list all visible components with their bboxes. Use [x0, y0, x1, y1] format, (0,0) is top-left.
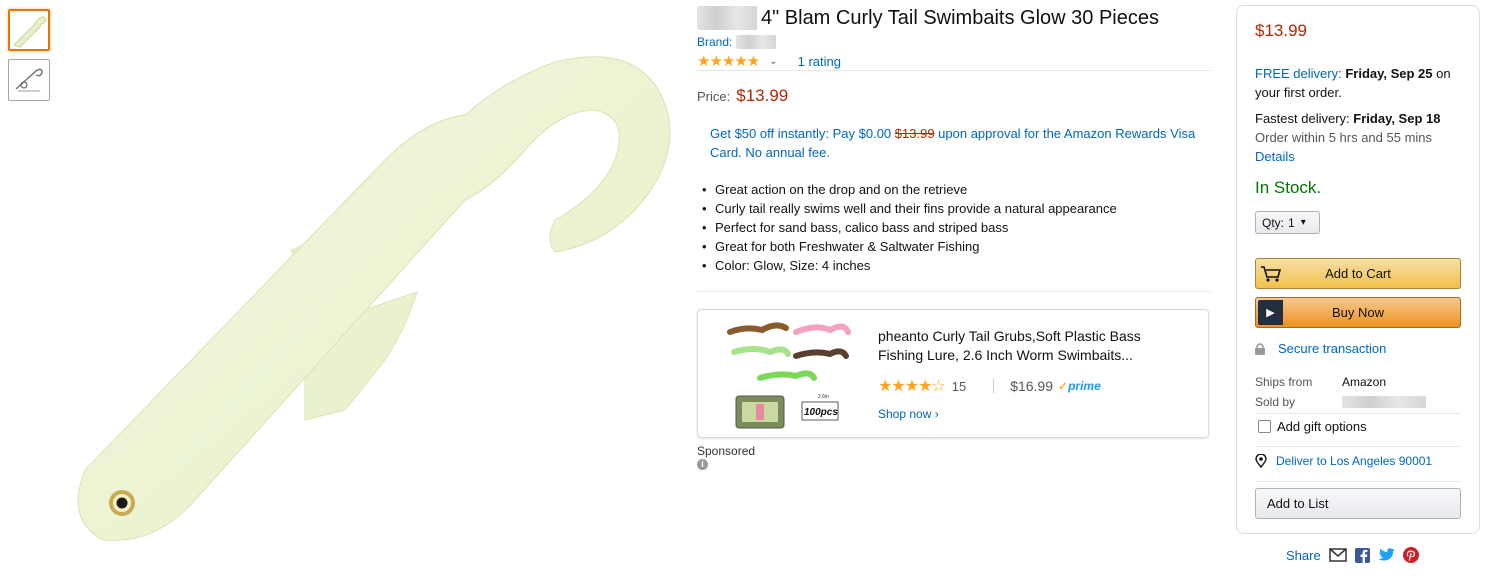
buybox-price: $13.99: [1255, 21, 1307, 40]
pinterest-icon[interactable]: [1402, 547, 1419, 563]
fastest-delivery-date: Friday, Sep 18: [1353, 111, 1441, 126]
checkbox-icon[interactable]: [1258, 420, 1271, 433]
lure-thumb-icon: [13, 16, 47, 48]
sold-by-label: Sold by: [1255, 395, 1296, 409]
ad-price: $16.99: [1010, 378, 1054, 394]
brand-label: Brand:: [697, 35, 733, 49]
buy-now-label: Buy Now: [1331, 305, 1385, 320]
star-rating-icon[interactable]: ★★★★★: [697, 52, 760, 70]
lock-icon: [1255, 342, 1265, 355]
ships-from-sold-by: Ships from Amazon Sold by: [1255, 372, 1426, 412]
twitter-icon[interactable]: [1378, 548, 1395, 562]
thumbnail-strip: [8, 9, 50, 109]
prime-badge-icon: ✓prime: [1058, 379, 1101, 393]
feature-bullet: Great action on the drop and on the retr…: [697, 180, 1117, 199]
rating-count-link[interactable]: 1 rating: [798, 54, 841, 69]
thumbnail-1[interactable]: [8, 9, 50, 51]
feature-bullets: Great action on the drop and on the retr…: [697, 180, 1117, 275]
ships-from-value: Amazon: [1342, 375, 1387, 389]
share-label: Share: [1286, 547, 1321, 563]
ad-title-link[interactable]: pheanto Curly Tail Grubs,Soft Plastic Ba…: [878, 327, 1178, 365]
ad-image-size-label: 2.6in: [818, 394, 829, 400]
free-delivery-date: Friday, Sep 25: [1345, 66, 1433, 81]
sponsored-ad-card[interactable]: 2.6in 100pcs pheanto Curly Tail Grubs,So…: [697, 309, 1209, 438]
thumbnail-2[interactable]: [8, 59, 50, 101]
free-delivery-link[interactable]: FREE delivery:: [1255, 66, 1342, 81]
cart-icon: [1256, 259, 1285, 288]
rewards-promo-link[interactable]: Get $50 off instantly: Pay $0.00 $13.99 …: [710, 124, 1200, 162]
redacted-brand-link[interactable]: [736, 35, 777, 49]
product-title: 4" Blam Curly Tail Swimbaits Glow 30 Pie…: [761, 7, 1159, 29]
ad-rating-row: ★★★★☆ 15 $16.99 ✓prime: [878, 376, 1101, 396]
buy-now-button[interactable]: ▶ Buy Now: [1255, 297, 1461, 328]
feature-bullet: Great for both Freshwater & Saltwater Fi…: [697, 237, 1117, 256]
redacted-brand-title: [697, 6, 757, 30]
fastest-delivery-label: Fastest delivery:: [1255, 111, 1350, 126]
free-delivery-message: FREE delivery: Friday, Sep 25 on your fi…: [1255, 64, 1465, 102]
divider: [1255, 413, 1461, 414]
price-row: Price: $13.99: [697, 86, 788, 106]
deliver-to-link[interactable]: Deliver to Los Angeles 90001: [1255, 454, 1432, 468]
qty-value: 1: [1288, 215, 1295, 230]
order-within-text: Order within 5 hrs and 55 mins: [1255, 130, 1433, 145]
price-value: $13.99: [736, 86, 789, 105]
rating-row: ★★★★★ ⌄ 1 rating: [697, 52, 841, 70]
stock-status: In Stock.: [1255, 178, 1322, 197]
promo-prefix: Get $50 off instantly: Pay $0.00: [710, 126, 892, 141]
divider: [697, 70, 1211, 71]
divider: [697, 291, 1211, 292]
ad-review-count[interactable]: 15: [952, 379, 966, 394]
feature-bullet: Perfect for sand bass, calico bass and s…: [697, 218, 1117, 237]
ad-star-rating-icon[interactable]: ★★★★☆: [878, 376, 946, 396]
brand-line: Brand:: [697, 35, 777, 49]
play-icon: ▶: [1258, 300, 1283, 325]
ships-from-label: Ships from: [1255, 375, 1313, 389]
secure-transaction-label: Secure transaction: [1278, 341, 1387, 356]
prime-label: prime: [1068, 379, 1101, 393]
lure-diagram-thumb-icon: [15, 68, 43, 92]
add-to-list-button[interactable]: Add to List: [1255, 488, 1461, 519]
ad-product-image[interactable]: 2.6in 100pcs: [726, 318, 852, 432]
buy-box: $13.99 FREE delivery: Friday, Sep 25 on …: [1236, 5, 1480, 534]
quantity-select[interactable]: Qty: 1 ▾: [1255, 211, 1320, 234]
info-icon[interactable]: i: [697, 459, 708, 470]
chevron-down-icon: ▾: [1300, 217, 1306, 228]
add-gift-options-checkbox[interactable]: Add gift options: [1258, 419, 1367, 434]
secure-transaction-link[interactable]: Secure transaction: [1255, 341, 1386, 356]
add-to-cart-label: Add to Cart: [1325, 266, 1391, 281]
price-label: Price:: [697, 89, 731, 104]
location-pin-icon: [1255, 454, 1267, 468]
chevron-down-icon[interactable]: ⌄: [769, 56, 777, 67]
title-row: 4" Blam Curly Tail Swimbaits Glow 30 Pie…: [697, 6, 1159, 30]
add-to-list-label: Add to List: [1267, 496, 1329, 511]
share-row: Share: [1286, 547, 1419, 563]
main-product-image[interactable]: [55, 0, 695, 583]
ad-image-count-label: 100pcs: [804, 407, 838, 418]
deliver-to-label: Deliver to Los Angeles 90001: [1276, 454, 1433, 468]
feature-bullet: Curly tail really swims well and their f…: [697, 199, 1117, 218]
divider: [1255, 446, 1461, 447]
divider: [1255, 481, 1461, 482]
promo-strike-price: $13.99: [894, 126, 935, 141]
details-link[interactable]: Details: [1255, 149, 1295, 164]
fastest-delivery-message: Fastest delivery: Friday, Sep 18 Order w…: [1255, 109, 1465, 166]
add-to-cart-button[interactable]: Add to Cart: [1255, 258, 1461, 289]
email-icon[interactable]: [1328, 548, 1347, 562]
separator: [993, 379, 995, 393]
qty-label: Qty:: [1262, 215, 1285, 230]
redacted-seller-link[interactable]: [1342, 396, 1426, 408]
facebook-icon[interactable]: [1354, 547, 1370, 563]
gift-options-label: Add gift options: [1277, 419, 1367, 434]
sponsored-label: Sponsored: [697, 444, 756, 458]
feature-bullet: Color: Glow, Size: 4 inches: [697, 256, 1117, 275]
shop-now-link[interactable]: Shop now ›: [878, 407, 939, 421]
